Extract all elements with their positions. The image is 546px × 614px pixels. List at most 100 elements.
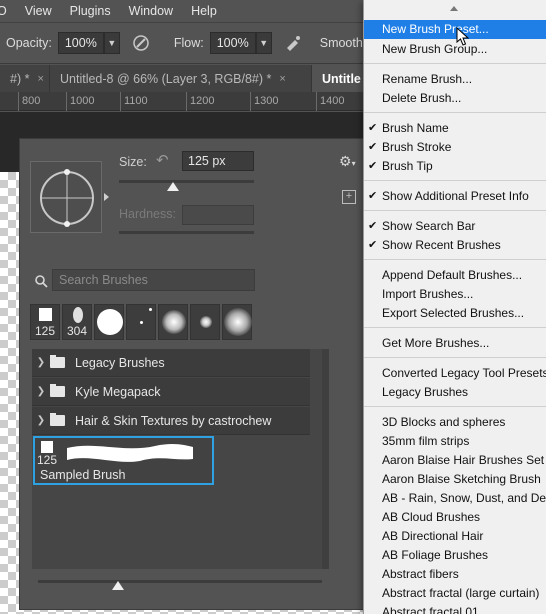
menu-item-35mm-film-strips[interactable]: 35mm film strips xyxy=(364,432,546,451)
menu-item-export-selected-brushes[interactable]: Export Selected Brushes... xyxy=(364,304,546,323)
size-label: Size: xyxy=(119,155,147,169)
scroll-up-icon[interactable] xyxy=(450,6,458,11)
airbrush-icon[interactable] xyxy=(280,30,306,56)
size-input[interactable]: 125 px xyxy=(182,151,254,171)
recent-brush-item[interactable] xyxy=(190,304,220,340)
search-brushes-input[interactable]: Search Brushes xyxy=(52,269,255,291)
hardness-slider-track[interactable] xyxy=(119,231,254,234)
recent-brush-item[interactable] xyxy=(94,304,124,340)
brush-tip-preview[interactable] xyxy=(30,161,102,233)
opacity-label: Opacity: xyxy=(6,36,52,50)
pressure-opacity-icon[interactable] xyxy=(128,30,154,56)
menu-item-window[interactable]: Window xyxy=(120,4,182,18)
reset-icon[interactable]: ↶ xyxy=(156,151,174,169)
menu-item-label: AB Directional Hair xyxy=(382,529,484,543)
menu-item-label: AB Foliage Brushes xyxy=(382,548,489,562)
menu-item-label: AB - Rain, Snow, Dust, and Deb xyxy=(382,491,546,505)
preview-size-slider-thumb[interactable] xyxy=(111,581,124,590)
plus-icon: + xyxy=(345,190,353,202)
cursor-icon xyxy=(456,27,470,46)
menu-item-converted-legacy-tool-presets[interactable]: Converted Legacy Tool Presets xyxy=(364,364,546,383)
menu-item-label: Aaron Blaise Sketching Brush xyxy=(382,472,541,486)
menu-separator xyxy=(364,112,546,113)
folder-legacy-brushes[interactable]: ❯ Legacy Brushes xyxy=(32,349,310,377)
menu-item-abstract-fibers[interactable]: Abstract fibers xyxy=(364,565,546,584)
menu-item-abstract-fractal-large-curtain[interactable]: Abstract fractal (large curtain) xyxy=(364,584,546,603)
menu-item-show-recent-brushes[interactable]: ✔ Show Recent Brushes xyxy=(364,236,546,255)
tab-untitled-8[interactable]: Untitled-8 @ 66% (Layer 3, RGB/8#) * × xyxy=(50,65,312,92)
chevron-right-icon[interactable]: ❯ xyxy=(32,415,50,426)
menu-item-ab-foliage-brushes[interactable]: AB Foliage Brushes xyxy=(364,546,546,565)
menu-separator xyxy=(364,406,546,407)
menu-item-label: AB Cloud Brushes xyxy=(382,510,481,524)
menu-separator xyxy=(364,259,546,260)
checkmark-icon: ✔ xyxy=(368,190,378,202)
recent-brush-item[interactable]: 125 xyxy=(30,304,60,340)
brush-list-scrollbar[interactable] xyxy=(322,349,329,569)
menu-item-aaron-blaise-hair-brushes-set-2[interactable]: Aaron Blaise Hair Brushes Set 2 xyxy=(364,451,546,470)
opacity-dropdown-button[interactable]: ▼ xyxy=(103,32,120,54)
menu-item-label: Rename Brush... xyxy=(382,72,473,86)
menu-item-ab-rain-snow-dust[interactable]: AB - Rain, Snow, Dust, and Deb xyxy=(364,489,546,508)
menu-item-help[interactable]: Help xyxy=(182,4,226,18)
ruler-label: 800 xyxy=(22,95,41,107)
menu-item-brush-name[interactable]: ✔ Brush Name xyxy=(364,119,546,138)
menu-item-new-brush-preset[interactable]: New Brush Preset... xyxy=(364,20,546,39)
menu-item-3d-blocks-and-spheres[interactable]: 3D Blocks and spheres xyxy=(364,413,546,432)
menu-item-brush-tip[interactable]: ✔ Brush Tip xyxy=(364,157,546,176)
checkmark-icon: ✔ xyxy=(368,141,378,153)
folder-kyle-megapack[interactable]: ❯ Kyle Megapack xyxy=(32,378,310,406)
flow-input[interactable]: 100% xyxy=(209,32,256,54)
recent-brush-item[interactable]: 304 xyxy=(62,304,92,340)
preview-size-slider-track[interactable] xyxy=(38,580,322,583)
menu-item-show-additional-preset-info[interactable]: ✔ Show Additional Preset Info xyxy=(364,187,546,206)
menu-item-aaron-blaise-sketching-brush[interactable]: Aaron Blaise Sketching Brush xyxy=(364,470,546,489)
new-preset-button[interactable]: + xyxy=(342,190,356,204)
menu-item-new-brush-group[interactable]: New Brush Group... xyxy=(364,40,546,59)
ruler-label: 1200 xyxy=(190,95,215,107)
menu-item-ab-directional-hair[interactable]: AB Directional Hair xyxy=(364,527,546,546)
chevron-right-icon[interactable]: ❯ xyxy=(32,357,50,368)
selected-brush-item[interactable]: 125 Sampled Brush xyxy=(33,436,214,485)
menu-item-plugins[interactable]: Plugins xyxy=(61,4,120,18)
menu-item-delete-brush[interactable]: Delete Brush... xyxy=(364,89,546,108)
menu-item-brush-stroke[interactable]: ✔ Brush Stroke xyxy=(364,138,546,157)
menu-item-view[interactable]: View xyxy=(16,4,61,18)
menu-item-label: Brush Stroke xyxy=(382,140,452,154)
ruler-label: 1000 xyxy=(70,95,95,107)
menu-item-show-search-bar[interactable]: ✔ Show Search Bar xyxy=(364,217,546,236)
menu-item-import-brushes[interactable]: Import Brushes... xyxy=(364,285,546,304)
flow-dropdown-button[interactable]: ▼ xyxy=(255,32,272,54)
pen-pressure-icon xyxy=(133,35,149,51)
menu-item-label: Abstract fibers xyxy=(382,567,459,581)
chevron-down-icon: ▼ xyxy=(107,38,117,48)
close-icon[interactable]: × xyxy=(37,73,43,85)
preview-arrow-icon[interactable] xyxy=(104,193,109,201)
menu-item-append-default-brushes[interactable]: Append Default Brushes... xyxy=(364,266,546,285)
hardness-input[interactable] xyxy=(182,205,254,225)
size-slider-track[interactable] xyxy=(119,180,254,183)
menu-item-label: Show Recent Brushes xyxy=(382,238,501,252)
menu-item-get-more-brushes[interactable]: Get More Brushes... xyxy=(364,334,546,353)
recent-brush-item[interactable] xyxy=(126,304,156,340)
menu-item-label: New Brush Preset... xyxy=(382,22,489,36)
opacity-input[interactable]: 100% xyxy=(57,32,104,54)
recent-brush-item[interactable] xyxy=(222,304,252,340)
size-slider-thumb[interactable] xyxy=(167,182,179,191)
brush-list: ❯ Legacy Brushes ❯ Kyle Megapack ❯ Hair … xyxy=(32,349,329,569)
close-icon[interactable]: × xyxy=(279,73,285,85)
tab-document-1[interactable]: #) * × xyxy=(0,65,50,92)
menu-item-legacy-brushes[interactable]: Legacy Brushes xyxy=(364,383,546,402)
folder-hair-skin-textures[interactable]: ❯ Hair & Skin Textures by castrochew xyxy=(32,407,310,435)
menu-separator xyxy=(364,63,546,64)
tab-label: Untitled-8 @ 66% (Layer 3, RGB/8#) * xyxy=(60,71,272,86)
settings-button[interactable]: ⚙▾ xyxy=(339,153,365,173)
menu-item-label: Show Search Bar xyxy=(382,219,476,233)
menu-item-o[interactable]: O xyxy=(0,4,16,18)
recent-brush-item[interactable] xyxy=(158,304,188,340)
chevron-right-icon[interactable]: ❯ xyxy=(32,386,50,397)
menu-item-label: Append Default Brushes... xyxy=(382,268,523,282)
menu-item-ab-cloud-brushes[interactable]: AB Cloud Brushes xyxy=(364,508,546,527)
menu-item-abstract-fractal-01[interactable]: Abstract fractal 01 xyxy=(364,603,546,614)
menu-item-rename-brush[interactable]: Rename Brush... xyxy=(364,70,546,89)
